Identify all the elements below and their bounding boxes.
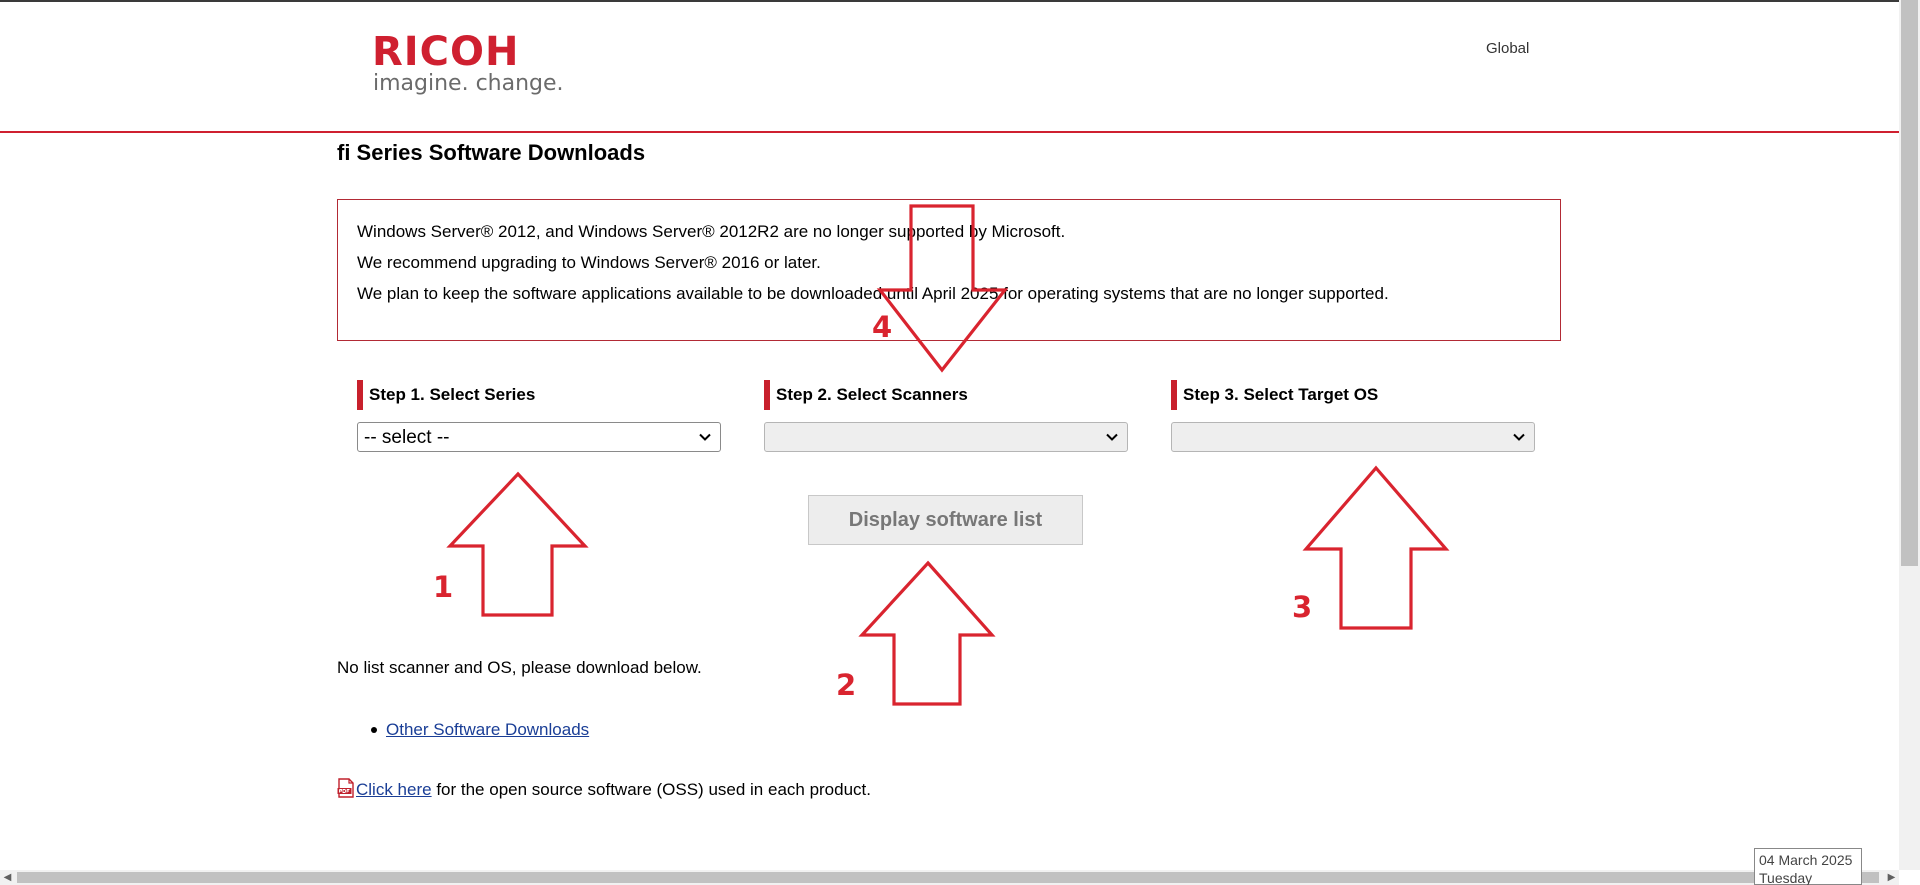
step-series: Step 1. Select Series -- select --: [357, 380, 721, 452]
target-os-select[interactable]: [1171, 422, 1535, 452]
logo-wordmark: RICOH: [372, 29, 520, 75]
chevron-down-icon: [1513, 433, 1525, 441]
bullet-icon: [371, 727, 377, 733]
series-select[interactable]: -- select --: [357, 422, 721, 452]
date-widget: 04 March 2025 Tuesday: [1754, 848, 1862, 885]
date-text: 04 March 2025: [1759, 852, 1853, 868]
oss-click-here-link[interactable]: Click here: [356, 780, 432, 799]
annotation-number-3: 3: [1292, 590, 1313, 624]
step-label: Step 2. Select Scanners: [764, 380, 1128, 410]
arrow-up-2-icon: [858, 560, 996, 706]
scanner-select[interactable]: [764, 422, 1128, 452]
display-software-list-button[interactable]: Display software list: [808, 495, 1083, 545]
oss-line: Click here for the open source software …: [337, 778, 871, 802]
step-target-os: Step 3. Select Target OS: [1171, 380, 1535, 452]
scroll-right-icon[interactable]: ▶: [1884, 870, 1899, 885]
arrow-up-1-icon: [446, 471, 589, 617]
annotation-number-4: 4: [872, 310, 893, 344]
annotation-number-2: 2: [836, 668, 857, 702]
page: RICOH imagine. change. Global fi Series …: [0, 0, 1920, 885]
step-scanners: Step 2. Select Scanners: [764, 380, 1128, 452]
select-value: -- select --: [364, 427, 450, 448]
logo-tagline: imagine. change.: [373, 71, 564, 96]
notice-line-1: Windows Server® 2012, and Windows Server…: [357, 222, 1066, 241]
header-divider: [0, 131, 1899, 133]
vertical-scrollbar-thumb[interactable]: [1901, 0, 1918, 566]
ricoh-logo[interactable]: RICOH imagine. change.: [372, 29, 564, 100]
vertical-scrollbar[interactable]: [1899, 0, 1920, 870]
arrow-up-3-icon: [1302, 465, 1450, 630]
no-list-text: No list scanner and OS, please download …: [337, 658, 702, 677]
notice-box: Windows Server® 2012, and Windows Server…: [337, 199, 1561, 341]
horizontal-scrollbar-thumb[interactable]: [17, 872, 1879, 883]
annotation-number-1: 1: [433, 570, 454, 604]
scroll-left-icon[interactable]: ◀: [0, 870, 15, 885]
oss-description: for the open source software (OSS) used …: [431, 780, 871, 799]
page-title: fi Series Software Downloads: [337, 140, 646, 165]
notice-line-3: We plan to keep the software application…: [357, 284, 1389, 303]
chevron-down-icon: [1106, 433, 1118, 441]
day-text: Tuesday: [1759, 870, 1813, 885]
chevron-down-icon: [699, 433, 711, 441]
other-software-downloads-link[interactable]: Other Software Downloads: [386, 720, 589, 739]
pdf-icon[interactable]: [337, 778, 355, 798]
step-label: Step 3. Select Target OS: [1171, 380, 1535, 410]
list-item: Other Software Downloads: [337, 718, 589, 742]
global-link[interactable]: Global: [1486, 40, 1529, 57]
top-border: [0, 0, 1899, 2]
horizontal-scrollbar[interactable]: ◀ ▶: [0, 870, 1899, 885]
other-links-list: Other Software Downloads: [337, 718, 589, 742]
step-label: Step 1. Select Series: [357, 380, 721, 410]
notice-line-2: We recommend upgrading to Windows Server…: [357, 253, 821, 272]
